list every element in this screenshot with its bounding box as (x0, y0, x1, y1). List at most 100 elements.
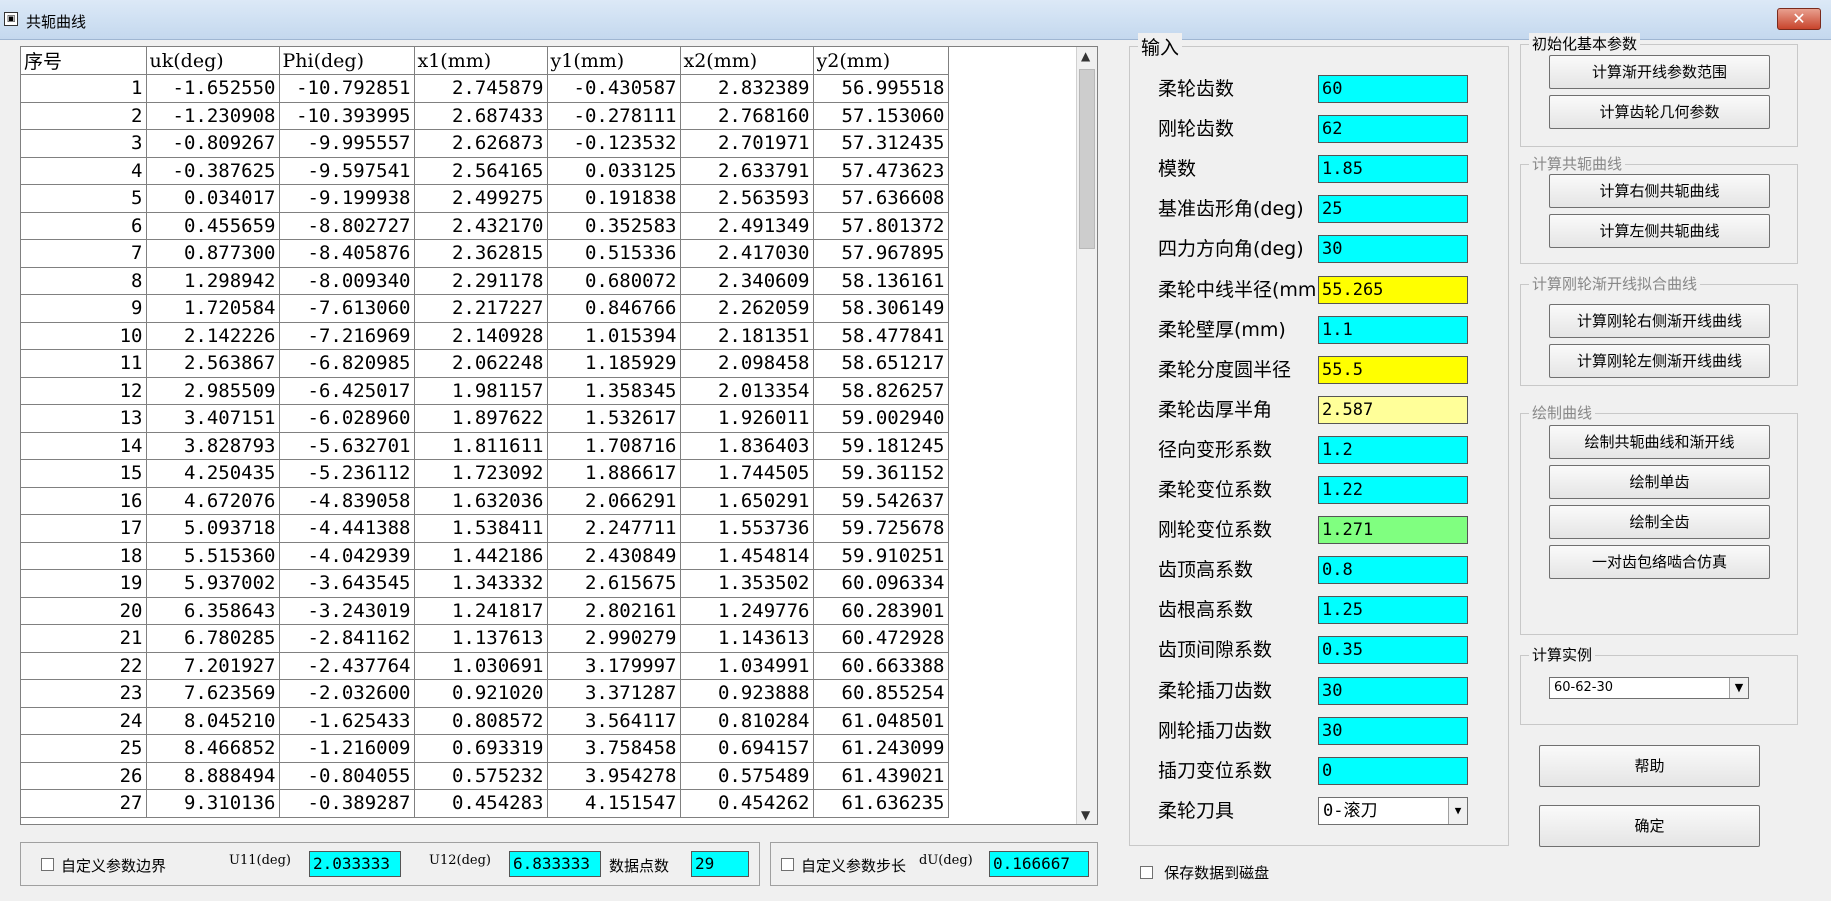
table-cell[interactable]: -7.216969 (279, 322, 415, 350)
table-cell[interactable]: 2.432170 (414, 212, 548, 240)
table-row[interactable]: 25 8.466852 -1.216009 0.693319 3.758458 0.694… (21, 734, 949, 763)
table-cell[interactable]: -0.804055 (279, 762, 415, 790)
table-cell[interactable]: 59.361152 (813, 459, 949, 488)
table-cell[interactable]: -0.809267 (146, 129, 280, 158)
row-index-cell[interactable]: 22 (21, 652, 147, 680)
table-cell[interactable]: -9.597541 (279, 157, 415, 185)
table-cell[interactable]: 2.340609 (680, 267, 814, 295)
table-cell[interactable]: 2.499275 (414, 184, 548, 213)
table-cell[interactable]: 2.098458 (680, 349, 814, 378)
table-row[interactable]: 14 3.828793 -5.632701 1.811611 1.708716 1.836… (21, 432, 949, 460)
table-cell[interactable]: -7.613060 (279, 294, 415, 323)
input-field[interactable]: 0.8 (1318, 556, 1468, 585)
table-cell[interactable]: 7.201927 (146, 652, 280, 680)
table-cell[interactable]: 4.672076 (146, 487, 280, 515)
column-header[interactable]: x2(mm) (680, 47, 814, 75)
table-row[interactable]: 1 -1.652550 -10.792851 2.745879 -0.430587 2.8… (21, 74, 949, 103)
scroll-down-icon[interactable]: ▼ (1081, 808, 1090, 822)
table-cell[interactable]: 3.828793 (146, 432, 280, 460)
table-cell[interactable]: 7.623569 (146, 679, 280, 708)
table-cell[interactable]: 0.877300 (146, 239, 280, 268)
table-cell[interactable]: -1.230908 (146, 102, 280, 130)
row-index-cell[interactable]: 9 (21, 294, 147, 323)
table-cell[interactable]: 6.780285 (146, 624, 280, 653)
table-cell[interactable]: 2.362815 (414, 239, 548, 268)
calc-gear-geometry-button[interactable]: 计算齿轮几何参数 (1549, 95, 1770, 129)
calc-left-conjugate-button[interactable]: 计算左侧共轭曲线 (1549, 214, 1770, 248)
column-header[interactable]: y2(mm) (813, 47, 949, 75)
table-cell[interactable]: 1.836403 (680, 432, 814, 460)
table-cell[interactable]: 1.981157 (414, 377, 548, 405)
table-cell[interactable]: 5.515360 (146, 542, 280, 570)
chevron-down-icon[interactable]: ▼ (1729, 678, 1748, 698)
input-field[interactable]: 1.1 (1318, 315, 1468, 344)
table-cell[interactable]: -3.643545 (279, 569, 415, 598)
row-index-cell[interactable]: 13 (21, 404, 147, 433)
scroll-thumb[interactable] (1079, 69, 1095, 249)
table-cell[interactable]: 57.153060 (813, 102, 949, 130)
table-cell[interactable]: 59.725678 (813, 514, 949, 543)
table-row[interactable]: 13 3.407151 -6.028960 1.897622 1.532617 1.926… (21, 404, 949, 433)
table-cell[interactable]: 1.241817 (414, 597, 548, 625)
column-header[interactable]: x1(mm) (414, 47, 548, 75)
input-field[interactable]: 1.22 (1318, 476, 1468, 504)
row-index-cell[interactable]: 17 (21, 514, 147, 543)
table-cell[interactable]: 60.472928 (813, 624, 949, 653)
table-cell[interactable]: -10.792851 (279, 74, 415, 103)
table-cell[interactable]: 0.808572 (414, 707, 548, 735)
table-cell[interactable]: 1.442186 (414, 542, 548, 570)
input-field[interactable]: 1.271 (1318, 516, 1468, 545)
table-cell[interactable]: 1.353502 (680, 569, 814, 598)
table-cell[interactable]: 8.888494 (146, 762, 280, 790)
table-cell[interactable]: -2.032600 (279, 679, 415, 708)
table-cell[interactable]: 2.633791 (680, 157, 814, 185)
row-index-cell[interactable]: 5 (21, 184, 147, 213)
table-cell[interactable]: 1.030691 (414, 652, 548, 680)
table-cell[interactable]: 60.096334 (813, 569, 949, 598)
table-cell[interactable]: 0.191838 (547, 184, 681, 213)
table-cell[interactable]: 1.249776 (680, 597, 814, 625)
row-index-cell[interactable]: 15 (21, 459, 147, 488)
table-cell[interactable]: 58.306149 (813, 294, 949, 323)
table-cell[interactable]: 2.247711 (547, 514, 681, 543)
input-field[interactable]: 30 (1318, 235, 1468, 264)
table-row[interactable]: 2 -1.230908 -10.393995 2.687433 -0.278111 2.7… (21, 102, 949, 130)
draw-full-teeth-button[interactable]: 绘制全齿 (1549, 505, 1770, 539)
table-cell[interactable]: 5.093718 (146, 514, 280, 543)
table-cell[interactable]: 1.632036 (414, 487, 548, 515)
table-cell[interactable]: 0.033125 (547, 157, 681, 185)
table-cell[interactable]: 1.358345 (547, 377, 681, 405)
row-index-cell[interactable]: 10 (21, 322, 147, 350)
table-cell[interactable]: 2.066291 (547, 487, 681, 515)
table-cell[interactable]: 2.687433 (414, 102, 548, 130)
table-cell[interactable]: 0.846766 (547, 294, 681, 323)
mesh-simulation-button[interactable]: 一对齿包络啮合仿真 (1549, 545, 1770, 579)
points-input[interactable]: 29 (691, 851, 749, 877)
table-cell[interactable]: 1.650291 (680, 487, 814, 515)
row-index-cell[interactable]: 20 (21, 597, 147, 625)
ok-button[interactable]: 确定 (1539, 805, 1760, 847)
input-field[interactable]: 62 (1318, 115, 1468, 144)
table-cell[interactable]: 1.143613 (680, 624, 814, 653)
input-field[interactable]: 60 (1318, 75, 1468, 103)
input-field[interactable]: 55.265 (1318, 275, 1468, 304)
calc-ring-right-involute-button[interactable]: 计算刚轮右侧渐开线曲线 (1549, 304, 1770, 338)
table-cell[interactable]: -0.278111 (547, 102, 681, 130)
table-cell[interactable]: 2.181351 (680, 322, 814, 350)
tool-select[interactable]: 0-滚刀 ▼ (1318, 797, 1468, 825)
column-header[interactable]: y1(mm) (547, 47, 681, 75)
row-index-cell[interactable]: 24 (21, 707, 147, 735)
table-row[interactable]: 9 1.720584 -7.613060 2.217227 0.846766 2.2620… (21, 294, 949, 323)
table-cell[interactable]: 3.179997 (547, 652, 681, 680)
close-button[interactable]: ✕ (1777, 8, 1821, 30)
table-cell[interactable]: 5.937002 (146, 569, 280, 598)
table-cell[interactable]: 1.532617 (547, 404, 681, 433)
table-cell[interactable]: 61.636235 (813, 789, 949, 818)
table-cell[interactable]: -1.216009 (279, 734, 415, 763)
table-cell[interactable]: 57.636608 (813, 184, 949, 213)
table-cell[interactable]: 59.910251 (813, 542, 949, 570)
input-field[interactable]: 1.85 (1318, 155, 1468, 184)
row-index-cell[interactable]: 27 (21, 789, 147, 818)
input-field[interactable]: 30 (1318, 676, 1468, 705)
row-index-cell[interactable]: 8 (21, 267, 147, 295)
